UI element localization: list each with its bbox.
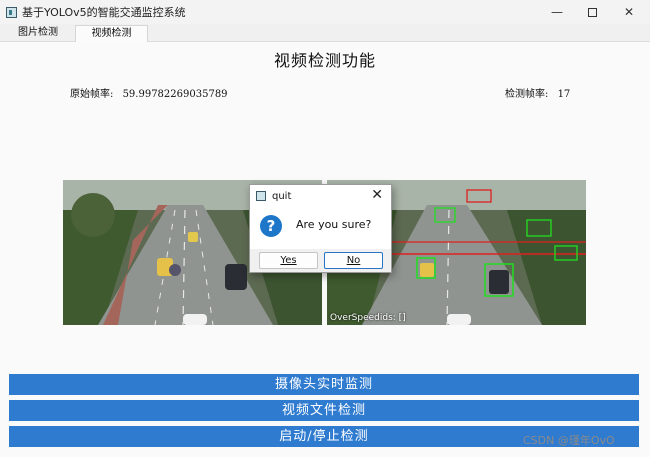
quit-dialog: quit ✕ ? Are you sure? Yes No xyxy=(249,184,392,273)
close-button[interactable]: ✕ xyxy=(606,0,650,24)
original-fps-value: 59.99782269035789 xyxy=(122,89,228,100)
maximize-icon xyxy=(587,7,597,17)
camera-monitor-button[interactable]: 摄像头实时监测 xyxy=(9,374,639,395)
dialog-title: quit xyxy=(272,190,292,202)
dialog-body: ? Are you sure? xyxy=(250,207,391,249)
question-icon: ? xyxy=(260,215,282,237)
watermark: CSDN @瑾年OvO xyxy=(523,434,615,447)
dialog-close-button[interactable]: ✕ xyxy=(371,187,383,203)
title-bar: 基于YOLOv5的智能交通监控系统 — ✕ xyxy=(0,0,650,24)
overspeed-ids: OverSpeedids: [] xyxy=(330,313,406,323)
detect-fps-label: 检测帧率: xyxy=(505,89,549,100)
tab-image-detect[interactable]: 图片检测 xyxy=(8,25,68,42)
detect-fps: 检测帧率: 17 xyxy=(505,85,576,100)
app-icon xyxy=(6,6,17,18)
page-title: 视频检测功能 xyxy=(273,51,376,70)
app-icon xyxy=(256,191,266,201)
original-fps-label: 原始帧率: xyxy=(70,89,114,100)
tab-bar: 图片检测 视频检测 xyxy=(0,24,650,42)
video-file-detect-button[interactable]: 视频文件检测 xyxy=(9,400,639,421)
window-title: 基于YOLOv5的智能交通监控系统 xyxy=(22,6,186,19)
no-button[interactable]: No xyxy=(324,252,383,269)
dialog-title-bar: quit ✕ xyxy=(250,185,391,207)
yes-button[interactable]: Yes xyxy=(259,252,318,269)
original-fps: 原始帧率: 59.99782269035789 xyxy=(70,85,234,100)
dialog-message: Are you sure? xyxy=(296,218,372,231)
tab-video-detect[interactable]: 视频检测 xyxy=(75,25,148,42)
detect-fps-value: 17 xyxy=(557,89,571,100)
